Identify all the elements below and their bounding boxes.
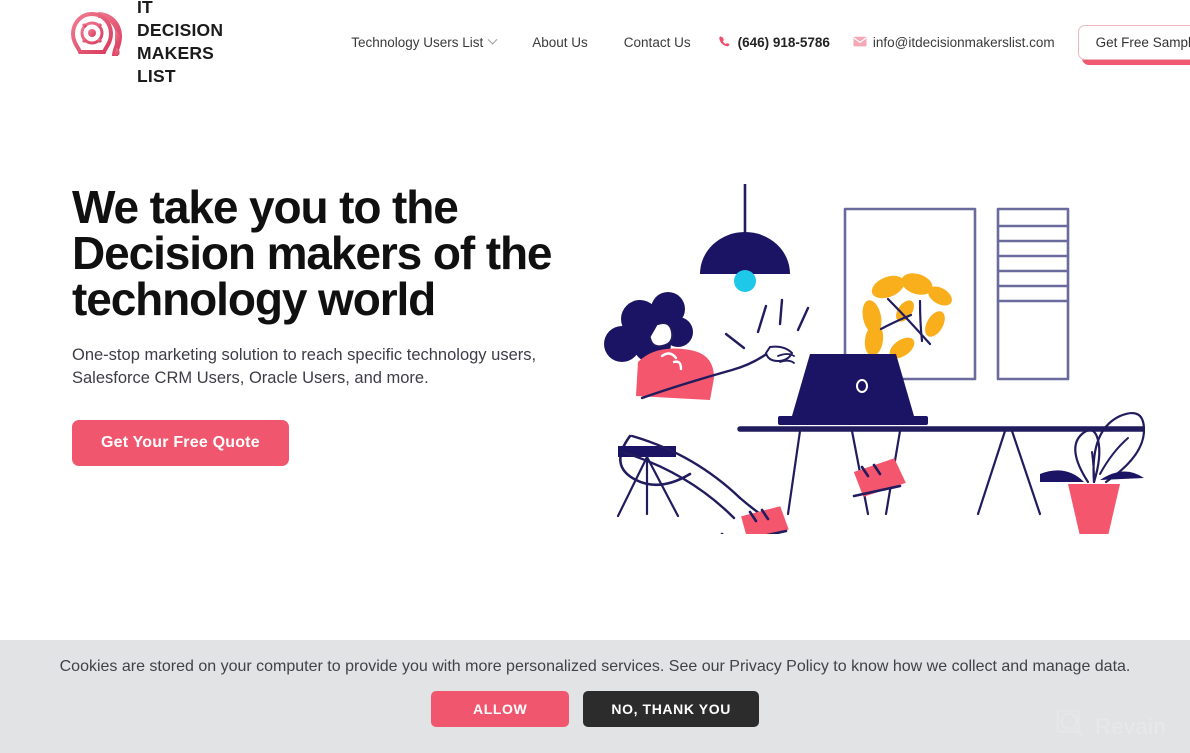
site-header: IT DECISION MAKERS LIST Technology Users… [0,0,1190,86]
revain-logo-icon [1055,708,1087,745]
get-free-samples-button[interactable]: Get Free Samples [1077,24,1190,60]
nav-label: Contact Us [623,34,691,50]
email-address: info@itdecisionmakerslist.com [872,34,1055,50]
email-link[interactable]: info@itdecisionmakerslist.com [839,29,1064,56]
phone-link[interactable]: (646) 918-5786 [709,29,839,56]
logo-text: IT DECISION MAKERS LIST [137,0,224,87]
hero-section: We take you to the Decision makers of th… [0,84,1190,640]
phone-number: (646) 918-5786 [737,34,830,50]
get-your-free-quote-button[interactable]: Get Your Free Quote [72,419,289,466]
nav-item-technology-users-list[interactable]: Technology Users List [333,29,514,56]
nav-label: About Us [532,34,588,50]
revain-watermark-label: Revain [1095,713,1166,739]
cookie-allow-button[interactable]: ALLOW [431,691,570,728]
chevron-down-icon [487,34,498,45]
nav-label: Technology Users List [351,34,484,50]
nav-item-contact-us[interactable]: Contact Us [606,29,709,56]
cookie-message: Cookies are stored on your computer to p… [59,658,1131,675]
site-logo[interactable]: IT DECISION MAKERS LIST [68,0,223,88]
envelope-icon [853,35,867,49]
lightbulb-gear-head-icon [68,6,128,78]
page-title: We take you to the Decision makers of th… [72,181,553,325]
main-navigation: Technology Users List About Us Contact U… [333,24,1190,60]
cookie-actions: ALLOW NO, THANK YOU [431,691,759,728]
cookie-consent-banner: Cookies are stored on your computer to p… [0,640,1190,753]
hero-copy: We take you to the Decision makers of th… [72,184,592,466]
phone-icon [718,35,732,49]
person-working-at-desk-illustration [600,182,1148,548]
nav-item-about-us[interactable]: About Us [514,29,606,56]
revain-watermark: Revain [1055,708,1166,745]
cookie-deny-button[interactable]: NO, THANK YOU [583,691,759,728]
hero-subtitle: One-stop marketing solution to reach spe… [72,346,537,388]
page-root: IT DECISION MAKERS LIST Technology Users… [0,0,1190,753]
